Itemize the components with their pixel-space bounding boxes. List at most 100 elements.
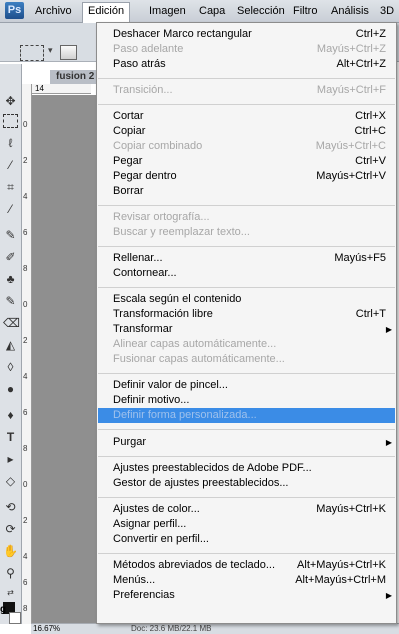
menu-item-paso-atras[interactable]: Paso atrás Alt+Ctrl+Z [113,57,388,72]
status-bar: 16.67% Doc: 23.6 MB/22.1 MB [31,623,399,634]
menu-item-shortcut: Ctrl+V [355,155,386,167]
menu-item-gestor-ajustes[interactable]: Gestor de ajustes preestablecidos... [113,476,388,491]
pen-tool-icon[interactable]: ♦ [3,408,18,422]
blur-tool-icon[interactable]: ◊ [3,360,18,374]
ruler-label: 4 [23,372,28,381]
history-brush-icon[interactable]: ✎ [3,294,18,308]
menu-item-label: Paso atrás [113,58,166,70]
menu-item-label: Purgar [113,436,147,448]
menu-item-label: Copiar [113,125,146,137]
menu-item-escala-contenido[interactable]: Escala según el contenido [113,292,388,307]
eyedropper-icon[interactable]: ⁄ [3,202,18,216]
menu-item-ajustes-color[interactable]: Ajustes de color... Mayús+Ctrl+K [113,502,388,517]
menu-item-pegar-dentro[interactable]: Pegar dentro Mayús+Ctrl+V [113,169,388,184]
type-tool-icon[interactable]: T [3,430,18,444]
ruler-label: 6 [23,228,28,237]
menu-item-alinear-capas[interactable]: Alinear capas automáticamente... [113,337,388,352]
menu-item-fusionar-capas[interactable]: Fusionar capas automáticamente... [113,352,388,367]
clone-stamp-icon[interactable]: ♣ [3,272,18,286]
menu-item-asignar-perfil[interactable]: Asignar perfil... [113,517,388,532]
menu-item-label: Buscar y reemplazar texto... [113,226,250,238]
path-select-icon[interactable]: ▸ [3,452,18,466]
menu-item-pegar[interactable]: Pegar Ctrl+V [113,154,388,169]
menu-item-buscar-reemplazar[interactable]: Buscar y reemplazar texto... [113,225,388,240]
menu-item-definir-forma[interactable]: Definir forma personalizada... [98,408,395,423]
lasso-tool-icon[interactable]: ℓ [3,136,18,150]
menu-item-deshacer[interactable]: Deshacer Marco rectangular Ctrl+Z [113,27,388,42]
menu-item-borrar[interactable]: Borrar [113,184,388,199]
menu-edicion[interactable]: Edición [82,2,131,23]
menu-item-label: Copiar combinado [113,140,203,152]
zoom-tool-icon[interactable]: ⚲ [3,566,18,580]
menu-item-shortcut: Ctrl+X [355,110,386,122]
menu-item-copiar[interactable]: Copiar Ctrl+C [113,124,388,139]
menu-item-contornear[interactable]: Contornear... [113,266,388,281]
quick-select-icon[interactable]: ⁄ [3,158,18,172]
menu-analisis[interactable]: Análisis [326,3,374,20]
menu-item-definir-motivo[interactable]: Definir motivo... [113,393,388,408]
menu-item-shortcut: Mayús+F5 [334,252,386,264]
menu-item-menus[interactable]: Menús... Alt+Mayús+Ctrl+M [113,573,388,588]
menu-item-label: Menús... [113,574,156,586]
dodge-tool-icon[interactable]: ● [3,382,18,396]
menu-item-ajustes-pdf[interactable]: Ajustes preestablecidos de Adobe PDF... [113,461,388,476]
crop-tool-icon[interactable]: ⌗ [3,180,18,194]
ruler-label: 2 [23,516,28,525]
menu-item-transicion[interactable]: Transición... Mayús+Ctrl+F [113,83,388,98]
menu-item-label: Paso adelante [113,43,184,55]
menu-item-label: Revisar ortografía... [113,211,210,223]
menu-separator [98,104,395,105]
ruler-label: 2 [23,336,28,345]
menu-item-label: Ajustes de color... [113,503,200,515]
menu-item-metodos-abreviados[interactable]: Métodos abreviados de teclado... Alt+Mayú… [113,558,388,573]
menu-3d[interactable]: 3D [375,3,399,20]
swap-colors-icon[interactable]: ⇄ [3,586,18,600]
ruler-label: 6 [23,408,28,417]
marquee-tool-icon[interactable] [3,114,18,128]
menu-item-transformacion-libre[interactable]: Transformación libre Ctrl+T [113,307,388,322]
eraser-icon[interactable]: ⌫ [3,316,20,330]
ruler-label: 4 [23,192,28,201]
menu-item-label: Deshacer Marco rectangular [113,28,252,40]
menu-item-purgar[interactable]: Purgar ▶ [113,435,392,450]
move-tool-icon[interactable]: ✥ [3,94,18,108]
marquee-preset-icon[interactable] [20,45,44,61]
menu-separator [98,429,395,430]
menu-item-definir-pincel[interactable]: Definir valor de pincel... [113,378,388,393]
menu-item-shortcut: Ctrl+Z [355,28,386,40]
vertical-ruler: 0 2 4 6 8 0 2 4 6 8 0 2 4 6 8 [22,84,32,624]
menu-imagen[interactable]: Imagen [144,3,191,20]
menu-item-shortcut: Mayús+Ctrl+Z [316,43,386,55]
shape-tool-icon[interactable]: ◇ [3,474,18,488]
menu-item-transformar[interactable]: Transformar ▶ [113,322,392,337]
3d-rotate-icon[interactable]: ⟲ [3,500,18,514]
menu-item-cortar[interactable]: Cortar Ctrl+X [113,109,388,124]
brush-tool-icon[interactable]: ✐ [3,250,18,264]
new-selection-icon[interactable] [60,45,77,60]
menu-item-copiar-combinado[interactable]: Copiar combinado Mayús+Ctrl+C [113,139,388,154]
paint-bucket-icon[interactable]: ◭ [3,338,18,352]
menu-item-preferencias[interactable]: Preferencias ▶ [113,588,392,603]
document-canvas[interactable] [32,95,96,623]
menu-capa[interactable]: Capa [194,3,230,20]
background-color-swatch[interactable] [9,612,21,624]
healing-brush-icon[interactable]: ✎ [3,228,18,242]
ruler-label: 0 [23,120,28,129]
menu-item-rellenar[interactable]: Rellenar... Mayús+F5 [113,251,388,266]
menu-seleccion[interactable]: Selección [232,3,290,20]
3d-orbit-icon[interactable]: ⟳ [3,522,18,536]
menu-item-revisar-ortografia[interactable]: Revisar ortografía... [113,210,388,225]
ruler-label: 8 [23,444,28,453]
chevron-down-icon[interactable]: ▾ [48,45,53,56]
menu-item-label: Gestor de ajustes preestablecidos... [113,477,289,489]
hand-tool-icon[interactable]: ✋ [3,544,18,558]
menu-item-label: Transición... [113,84,173,96]
menu-item-convertir-perfil[interactable]: Convertir en perfil... [113,532,388,547]
menu-item-paso-adelante[interactable]: Paso adelante Mayús+Ctrl+Z [113,42,388,57]
menu-filtro[interactable]: Filtro [288,3,322,20]
document-tab[interactable]: fusion 2 e [50,70,102,84]
menu-item-label: Pegar dentro [113,170,177,182]
menu-item-label: Pegar [113,155,143,167]
menu-archivo[interactable]: Archivo [30,3,77,20]
horizontal-ruler: 14 [31,84,91,94]
